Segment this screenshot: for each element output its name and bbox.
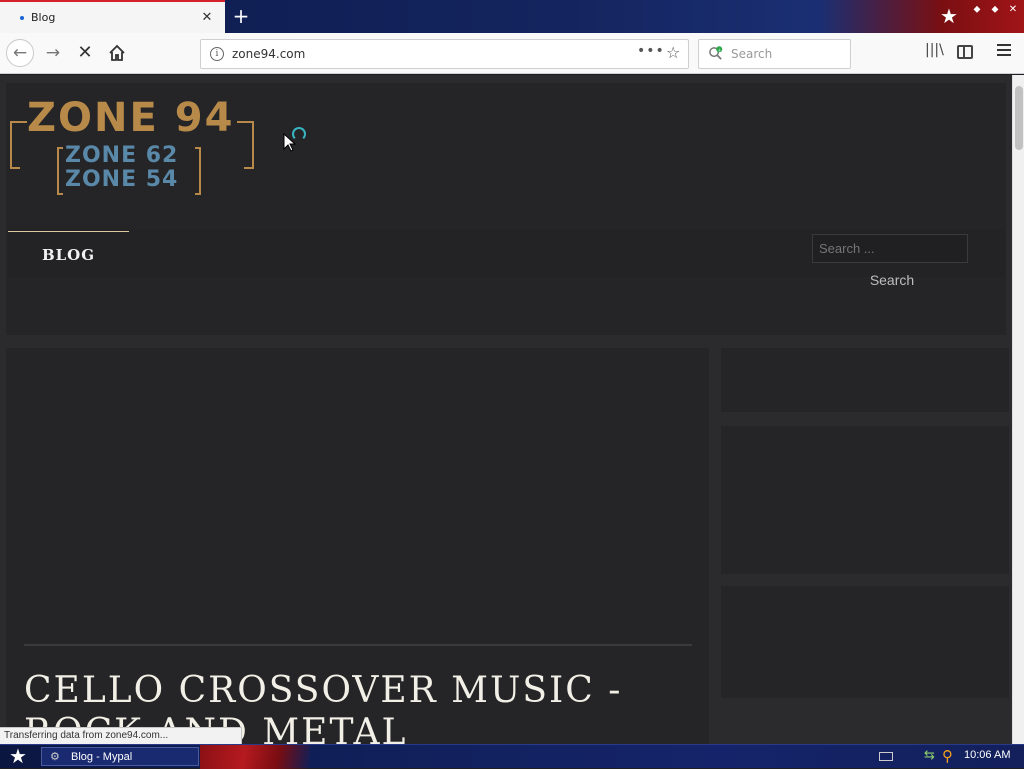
article-card: CELLO CROSSOVER MUSIC - ROCK AND METAL xyxy=(6,348,709,744)
logo-text-sub1: ZONE 62 xyxy=(65,143,179,168)
nav-item-blog-label: BLOG xyxy=(41,246,96,264)
stop-icon[interactable]: ✕ xyxy=(72,40,98,66)
sidebar-widget-3 xyxy=(721,586,1009,698)
site-search-button[interactable]: Search xyxy=(852,272,932,292)
sidebar-icon[interactable] xyxy=(957,45,973,59)
web-page: ZONE 94 ZONE 62 ZONE 54 BLOG Search CELL… xyxy=(0,75,1012,744)
taskbar-window-label: Blog - Mypal xyxy=(71,750,133,763)
maximize-icon[interactable]: ⬥ xyxy=(988,3,1002,17)
keyboard-icon[interactable] xyxy=(879,752,893,761)
status-bar: Transferring data from zone94.com... xyxy=(0,727,242,745)
svg-text:+: + xyxy=(718,47,722,53)
close-window-icon[interactable]: ✕ xyxy=(1006,3,1020,17)
taskbar-window-button[interactable]: ⚙ Blog - Mypal xyxy=(41,747,199,766)
taskbar-flag-decoration xyxy=(200,745,310,769)
minimize-icon[interactable]: ⬥ xyxy=(970,3,984,17)
logo-line xyxy=(20,121,27,123)
page-scrollbar[interactable] xyxy=(1012,75,1024,744)
plus-icon[interactable]: + xyxy=(230,6,252,28)
site-search-input[interactable] xyxy=(812,234,968,263)
url-bar[interactable]: i zone94.com ••• ☆ xyxy=(200,39,689,69)
url-text[interactable]: zone94.com xyxy=(232,47,305,61)
site-logo[interactable]: ZONE 94 ZONE 62 ZONE 54 xyxy=(10,89,254,195)
article-separator xyxy=(24,644,692,646)
logo-bracket-left xyxy=(10,121,20,169)
search-icon[interactable]: ⚲ xyxy=(942,747,958,765)
close-icon[interactable]: ✕ xyxy=(200,10,214,25)
logo-text-main: ZONE 94 xyxy=(27,95,235,141)
search-placeholder[interactable]: Search xyxy=(731,47,772,61)
logo-text-sub2: ZONE 54 xyxy=(65,167,179,192)
more-actions-icon[interactable]: ••• xyxy=(637,43,665,59)
hamburger-menu-icon[interactable] xyxy=(997,44,1011,56)
browser-app-icon: ⚙ xyxy=(50,749,60,763)
logo-line xyxy=(237,121,244,123)
tab-blog[interactable]: Blog ✕ xyxy=(0,0,225,33)
star-logo-icon: ★ xyxy=(940,4,958,28)
logo-bracket-right xyxy=(244,121,254,169)
logo-inner-bracket-left xyxy=(57,147,63,195)
back-arrow-icon[interactable]: ← xyxy=(6,39,34,67)
tab-strip: Blog ✕ + ★ ⬥ ⬥ ✕ xyxy=(0,0,1024,33)
tab-loading-indicator xyxy=(20,15,24,20)
network-icon[interactable]: ⇆ xyxy=(924,748,938,764)
sidebar-widget-2 xyxy=(721,426,1009,574)
clock[interactable]: 10:06 AM xyxy=(964,749,1010,761)
sidebar-widget-1 xyxy=(721,348,1009,412)
nav-item-blog[interactable]: BLOG xyxy=(8,231,129,275)
taskbar: ★ ⚙ Blog - Mypal ⇆ ⚲ 10:06 AM xyxy=(0,744,1024,769)
info-icon[interactable]: i xyxy=(210,47,224,61)
home-icon[interactable] xyxy=(104,40,130,66)
search-engine-icon: + xyxy=(709,46,723,60)
forward-arrow-icon[interactable]: → xyxy=(40,40,66,66)
mouse-cursor-icon xyxy=(283,133,297,152)
browser-search-bar[interactable]: + Search xyxy=(698,39,851,69)
start-star-icon[interactable]: ★ xyxy=(6,745,30,769)
scrollbar-thumb[interactable] xyxy=(1015,86,1023,150)
library-icon[interactable]: |||\ xyxy=(925,42,944,62)
star-icon[interactable]: ☆ xyxy=(666,43,680,62)
logo-inner-bracket-right xyxy=(195,147,201,195)
navigation-toolbar: ← → ✕ i zone94.com ••• ☆ + Search |||\ xyxy=(0,33,1024,74)
tab-title: Blog xyxy=(31,11,56,24)
nav-submenu xyxy=(8,277,154,325)
